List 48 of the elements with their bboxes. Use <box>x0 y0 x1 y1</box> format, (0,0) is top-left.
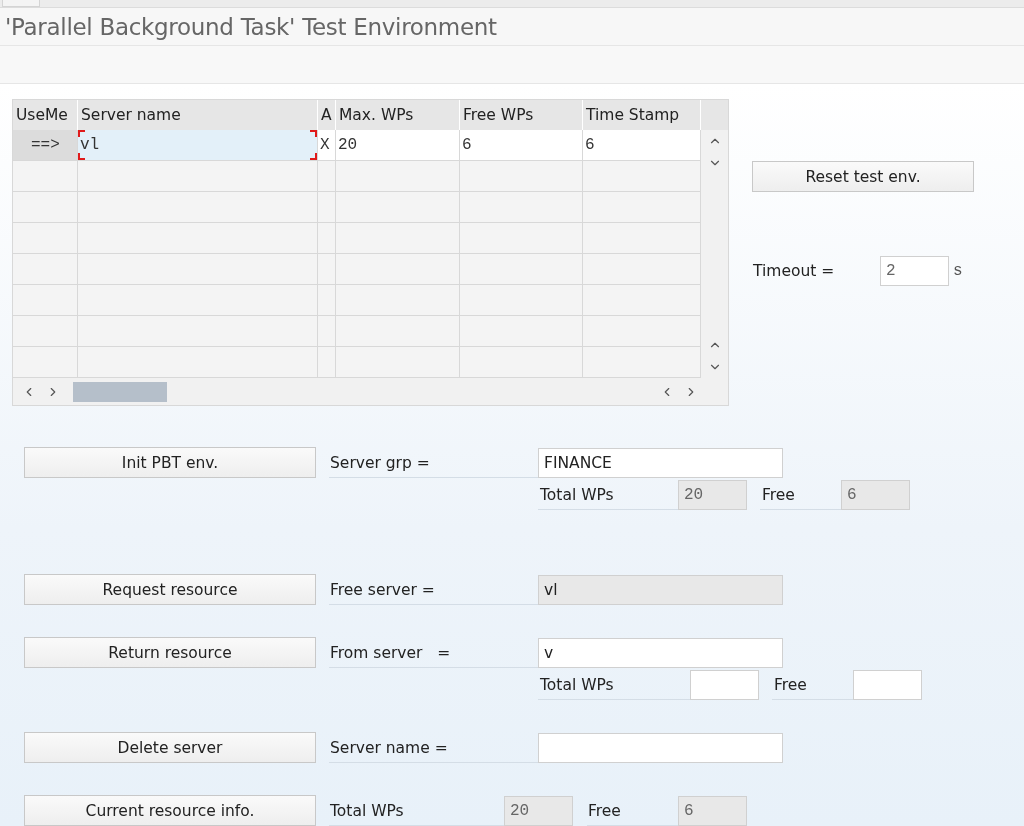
input-field[interactable] <box>538 732 783 763</box>
table-cell: vl <box>78 130 318 161</box>
column-header[interactable]: UseMe <box>13 100 78 130</box>
action-button[interactable]: Request resource <box>24 574 316 605</box>
column-header[interactable]: Free WPs <box>460 100 583 130</box>
table-cell <box>318 347 336 378</box>
action-button[interactable]: Delete server <box>24 732 316 763</box>
action-button[interactable]: Init PBT env. <box>24 447 316 478</box>
table-cell <box>318 192 336 223</box>
table-cell: X <box>318 130 336 161</box>
column-header[interactable]: A <box>318 100 336 130</box>
input-field[interactable]: FINANCE <box>538 447 783 478</box>
row-selector[interactable] <box>13 254 78 285</box>
table-cell <box>318 316 336 347</box>
input-field[interactable]: 6 <box>841 480 910 510</box>
table-cell <box>318 223 336 254</box>
table-cell: 20 <box>336 130 460 161</box>
timeout-label: Timeout = <box>753 262 836 280</box>
window-title: 'Parallel Background Task' Test Environment <box>5 13 497 40</box>
input-field[interactable]: 20 <box>504 795 573 826</box>
row-selector[interactable] <box>13 223 78 254</box>
input-field[interactable]: v <box>538 637 783 668</box>
input-field[interactable] <box>690 670 759 700</box>
input-field[interactable] <box>853 670 922 700</box>
row-selector[interactable] <box>13 285 78 316</box>
row-selector[interactable]: ==> <box>13 130 78 161</box>
timeout-field[interactable]: 2 <box>880 256 949 286</box>
table-cell: 6 <box>460 130 583 161</box>
action-button[interactable]: Return resource <box>24 637 316 668</box>
tab-stub[interactable] <box>2 0 40 7</box>
table-cell: 6 <box>583 130 701 161</box>
table-cell <box>318 285 336 316</box>
action-button[interactable]: Current resource info. <box>24 795 316 826</box>
row-selector[interactable] <box>13 347 78 378</box>
table-cell <box>318 254 336 285</box>
row-selector[interactable] <box>13 161 78 192</box>
input-field[interactable]: 6 <box>678 795 747 826</box>
unit-label: s <box>953 262 963 280</box>
scrollbar-thumb[interactable] <box>73 381 167 402</box>
column-header[interactable]: Time Stamp <box>583 100 701 130</box>
input-field[interactable]: vl <box>538 574 783 605</box>
reset-button[interactable]: Reset test env. <box>752 161 974 192</box>
column-header[interactable]: Server name <box>78 100 318 130</box>
row-selector[interactable] <box>13 316 78 347</box>
column-header[interactable]: Max. WPs <box>336 100 460 130</box>
table-cell <box>318 161 336 192</box>
row-selector[interactable] <box>13 192 78 223</box>
input-field[interactable]: 20 <box>678 480 747 510</box>
